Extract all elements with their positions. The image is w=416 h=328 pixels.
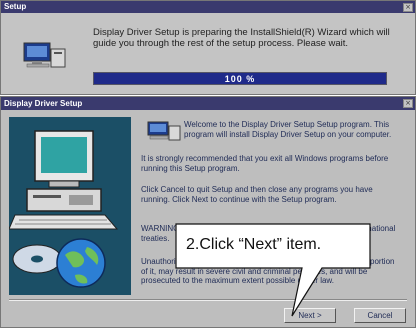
progress-label: 100 % [224, 73, 256, 84]
law-text: Unauthorized reproduction or distributio… [141, 257, 395, 285]
computer-setup-icon [147, 121, 181, 141]
driver-close-button[interactable]: × [403, 99, 413, 108]
setup-window: Setup × Display Driver Setup is preparin… [0, 0, 416, 95]
button-divider [9, 299, 407, 301]
setup-window-title: Setup [4, 2, 27, 11]
setup-progress-bar: 100 % [93, 72, 387, 85]
cancel-button[interactable]: Cancel [354, 308, 406, 323]
next-button[interactable]: Next > [284, 308, 336, 323]
driver-setup-window: Display Driver Setup × Welcome to the Di… [0, 96, 416, 328]
recommend-text: It is strongly recommended that you exit… [141, 154, 389, 173]
cancel-info-text: Click Cancel to quit Setup and then clos… [141, 185, 373, 204]
callout-text: 2.Click “Next” item. [186, 236, 322, 253]
setup-close-button[interactable]: × [403, 2, 413, 12]
setup-message: Display Driver Setup is preparing the In… [93, 27, 390, 49]
welcome-text: Welcome to the Display Driver Setup Setu… [184, 120, 392, 139]
setup-titlebar: Setup × [1, 1, 415, 13]
computer-globe-illustration [9, 117, 131, 295]
driver-titlebar: Display Driver Setup × [1, 97, 415, 110]
computer-setup-icon [23, 42, 66, 68]
driver-window-title: Display Driver Setup [4, 98, 83, 108]
